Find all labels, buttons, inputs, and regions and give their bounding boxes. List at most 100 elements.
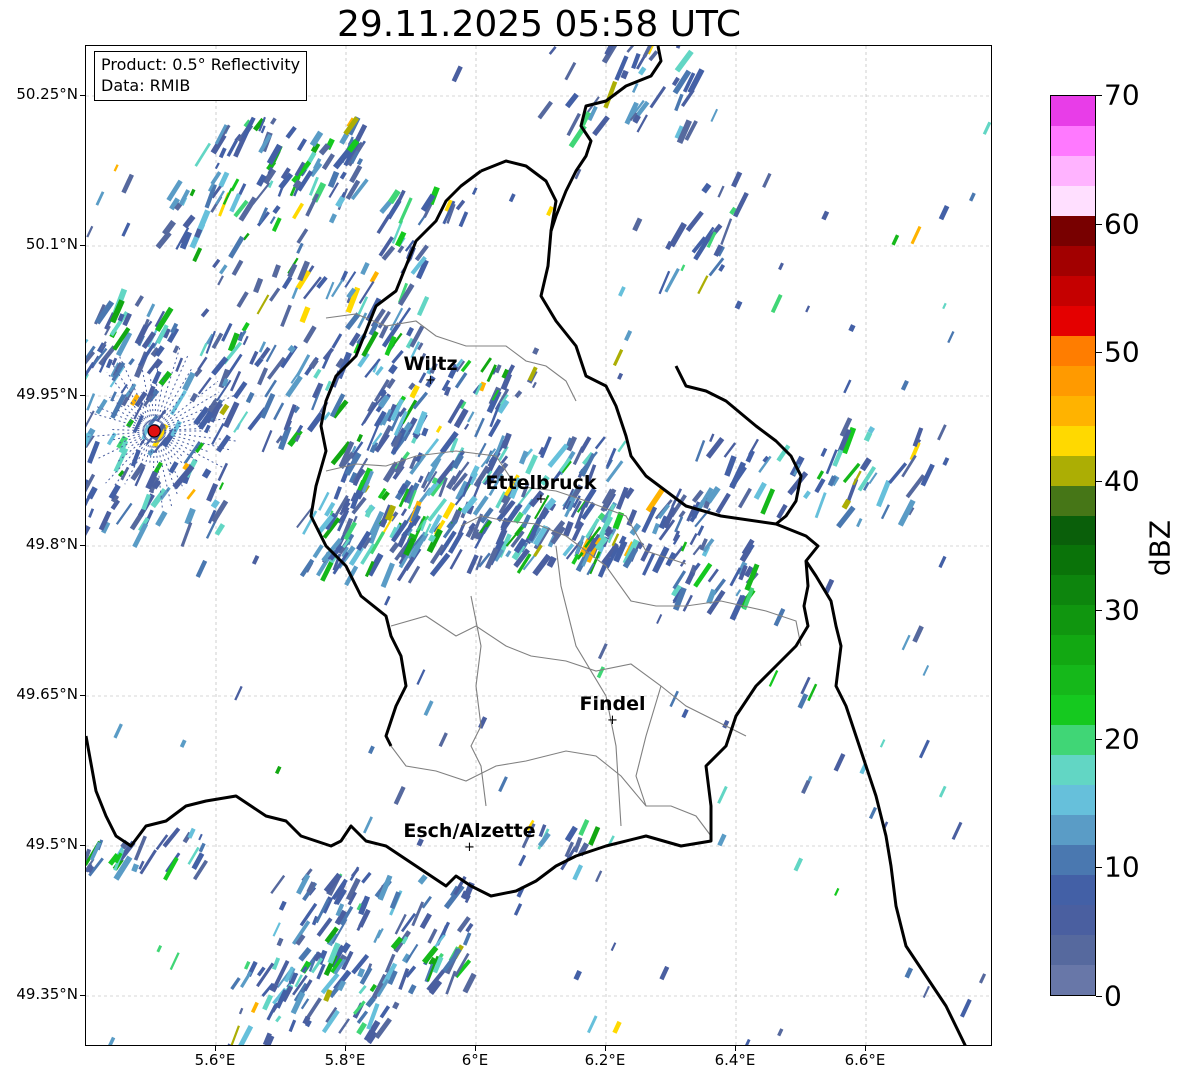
echo-cell xyxy=(592,115,610,137)
echo-cell xyxy=(87,486,98,500)
longitude-tick-mark xyxy=(735,1046,736,1051)
echo-cell xyxy=(518,854,527,867)
echo-cell xyxy=(615,486,629,510)
longitude-tick-mark xyxy=(865,1046,866,1051)
echo-cell xyxy=(978,973,987,984)
latitude-tick-label: 49.95°N xyxy=(16,385,78,403)
echo-cell xyxy=(834,887,840,896)
echo-cell xyxy=(960,998,972,1018)
echo-cell xyxy=(938,204,950,221)
echo-cell xyxy=(155,231,172,250)
echo-cell xyxy=(697,275,709,295)
echo-cell xyxy=(192,247,203,263)
colorbar-tick-label: 30 xyxy=(1104,593,1140,627)
radar-clutter-spoke xyxy=(154,430,225,469)
product-text: Product: 0.5° Reflectivity xyxy=(101,55,301,74)
colorbar-tick-mark xyxy=(1096,223,1102,225)
echo-cell xyxy=(172,345,180,354)
echo-cell xyxy=(617,440,627,453)
latitude-tick-mark xyxy=(80,995,85,996)
echo-cell xyxy=(281,276,293,290)
colorbar-segment xyxy=(1051,395,1095,426)
echo-cell xyxy=(221,322,233,342)
echo-cell xyxy=(350,867,360,878)
colorbar-tick-mark xyxy=(1096,352,1102,354)
echo-cell xyxy=(429,552,451,577)
echo-cell xyxy=(942,302,947,310)
colorbar-segment xyxy=(1051,905,1095,936)
colorbar-segment xyxy=(1051,95,1095,126)
echo-cell xyxy=(910,225,922,245)
echo-cell xyxy=(498,776,508,793)
echo-cell xyxy=(356,1021,368,1035)
echo-cell xyxy=(800,676,811,695)
echo-cell xyxy=(89,841,102,861)
colorbar-tick-mark xyxy=(1096,481,1102,483)
latitude-tick-label: 49.65°N xyxy=(16,685,78,703)
echo-cell xyxy=(659,965,670,981)
echo-cell xyxy=(807,683,818,702)
echo-cell xyxy=(508,193,516,203)
colorbar-segment xyxy=(1051,575,1095,606)
echo-cell xyxy=(843,379,852,394)
echo-cell xyxy=(113,723,123,739)
echo-cell xyxy=(272,922,281,937)
echo-cell xyxy=(486,364,497,383)
echo-cell xyxy=(397,245,405,254)
colorbar-tick-label: 0 xyxy=(1104,979,1122,1013)
echo-cell xyxy=(753,481,767,500)
radar-clutter-spoke xyxy=(89,412,155,432)
longitude-tick-mark xyxy=(345,1046,346,1051)
echo-cell xyxy=(242,335,249,346)
echo-cell xyxy=(104,1036,116,1045)
echo-cell xyxy=(179,739,187,748)
echo-cell xyxy=(859,457,872,472)
echo-cell xyxy=(922,664,930,676)
colorbar-tick-mark xyxy=(1096,996,1102,997)
echo-cell xyxy=(674,93,684,112)
echo-cell xyxy=(120,383,128,394)
echo-cell xyxy=(236,291,249,308)
echo-cell xyxy=(564,825,578,843)
colorbar-tick-mark xyxy=(1096,738,1102,740)
echo-cell xyxy=(814,492,827,519)
echo-cell xyxy=(734,300,743,310)
city-marker: + xyxy=(536,492,547,507)
echo-cell xyxy=(579,436,592,454)
echo-cell xyxy=(588,826,601,846)
echo-cell xyxy=(155,510,168,527)
echo-cell xyxy=(379,1005,391,1019)
echo-cell xyxy=(270,117,277,125)
echo-cell xyxy=(349,164,363,184)
colorbar-segment xyxy=(1051,365,1095,396)
echo-cell xyxy=(578,819,590,836)
echo-cell xyxy=(458,211,469,228)
echo-cell xyxy=(198,842,206,853)
echo-cell xyxy=(423,700,434,717)
longitude-tick-label: 5.6°E xyxy=(194,1051,236,1069)
echo-cell xyxy=(982,121,991,135)
echo-cell xyxy=(278,900,287,911)
echo-cell xyxy=(86,361,95,384)
colorbar-segment xyxy=(1051,665,1095,696)
echo-cell xyxy=(912,625,924,643)
echo-cell xyxy=(169,952,180,971)
echo-cell xyxy=(189,392,198,403)
echo-cell xyxy=(969,192,976,202)
echo-cell xyxy=(416,295,430,317)
colorbar-segment xyxy=(1051,215,1095,246)
echo-cell xyxy=(685,210,704,232)
radar-map-canvas: +Wiltz+Ettelbruck+Findel+Esch/Alzette xyxy=(86,46,991,1045)
radar-map[interactable]: + Wiltz + Ettelbruck + Findel + Esch/Alzette xyxy=(85,45,992,1046)
echo-cell xyxy=(572,864,583,881)
echo-cell xyxy=(240,971,253,988)
echo-cell xyxy=(175,357,184,373)
echo-cell xyxy=(709,433,715,443)
echo-cell xyxy=(710,108,719,122)
echo-cell xyxy=(233,411,249,433)
latitude-tick-mark xyxy=(80,845,85,846)
colorbar-label: dBZ xyxy=(1143,519,1177,577)
echo-cell xyxy=(388,363,398,375)
colorbar-segment xyxy=(1051,965,1095,995)
latitude-tick-label: 49.5°N xyxy=(25,835,78,853)
